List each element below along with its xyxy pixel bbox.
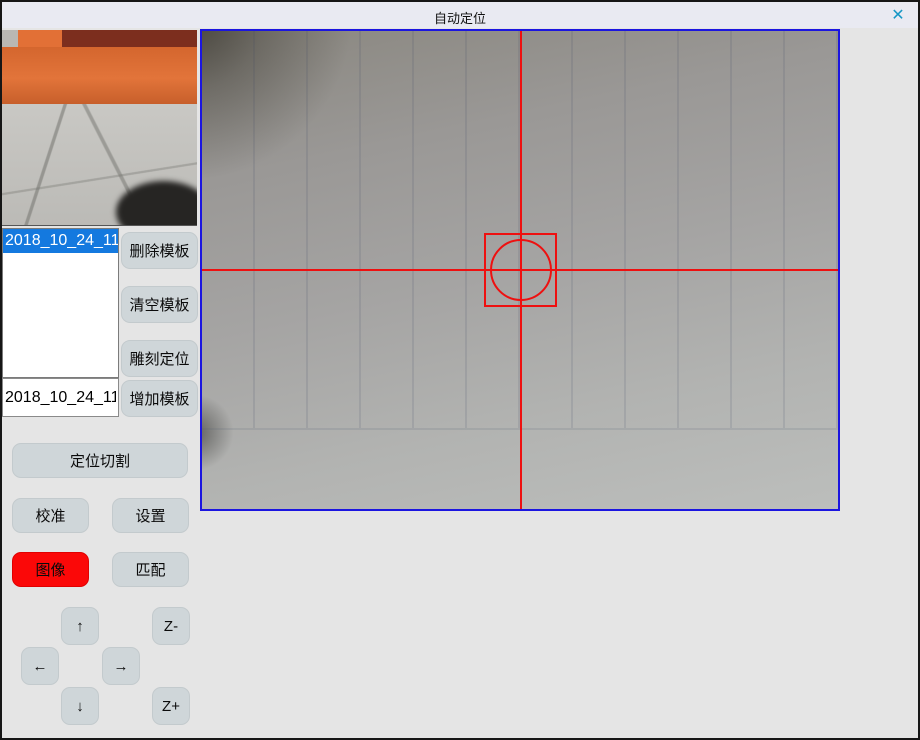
image-label: 图像 — [35, 559, 65, 580]
position-cut-label: 定位切割 — [70, 450, 130, 471]
settings-button[interactable]: 设置 — [112, 498, 189, 533]
engrave-position-label: 雕刻定位 — [129, 348, 189, 369]
jog-right-button[interactable]: → — [102, 647, 140, 685]
template-name-input[interactable] — [2, 378, 119, 417]
target-circle-overlay — [490, 239, 552, 301]
calibrate-label: 校准 — [35, 505, 65, 526]
settings-label: 设置 — [135, 505, 165, 526]
title-bar: 自动定位 ✕ — [2, 2, 918, 28]
match-button[interactable]: 匹配 — [112, 552, 189, 587]
clear-templates-button[interactable]: 清空模板 — [121, 286, 198, 323]
calibrate-button[interactable]: 校准 — [12, 498, 89, 533]
position-cut-button[interactable]: 定位切割 — [12, 443, 188, 478]
template-list[interactable]: 2018_10_24_11 — [2, 228, 119, 378]
camera-image — [202, 31, 838, 509]
arrow-up-icon: ↑ — [76, 618, 84, 635]
z-minus-button[interactable]: Z- — [152, 607, 190, 645]
arrow-right-icon: → — [114, 658, 129, 675]
jog-down-button[interactable]: ↓ — [61, 687, 99, 725]
z-plus-label: Z+ — [162, 698, 180, 715]
add-template-button[interactable]: 增加模板 — [121, 380, 198, 417]
delete-template-button[interactable]: 删除模板 — [121, 232, 198, 269]
close-icon[interactable]: ✕ — [888, 6, 908, 26]
delete-template-label: 删除模板 — [129, 240, 189, 261]
dialog-title: 自动定位 — [2, 8, 918, 27]
auto-position-dialog: 自动定位 ✕ 2018_10_24_11 删除模板 清空模板 雕刻定位 增加模板… — [0, 0, 920, 740]
z-plus-button[interactable]: Z+ — [152, 687, 190, 725]
image-button[interactable]: 图像 — [12, 552, 89, 587]
arrow-left-icon: ← — [33, 658, 48, 675]
jog-up-button[interactable]: ↑ — [61, 607, 99, 645]
engrave-position-button[interactable]: 雕刻定位 — [121, 340, 198, 377]
list-item[interactable]: 2018_10_24_11 — [3, 229, 118, 253]
z-minus-label: Z- — [164, 618, 178, 635]
jog-left-button[interactable]: ← — [21, 647, 59, 685]
add-template-label: 增加模板 — [129, 388, 189, 409]
arrow-down-icon: ↓ — [76, 698, 84, 715]
clear-templates-label: 清空模板 — [129, 294, 189, 315]
camera-view[interactable] — [200, 29, 840, 511]
match-label: 匹配 — [135, 559, 165, 580]
thumbnail-orange-beam — [2, 47, 197, 104]
thumbnail-top-strip — [2, 30, 197, 47]
template-thumbnail — [2, 30, 197, 226]
